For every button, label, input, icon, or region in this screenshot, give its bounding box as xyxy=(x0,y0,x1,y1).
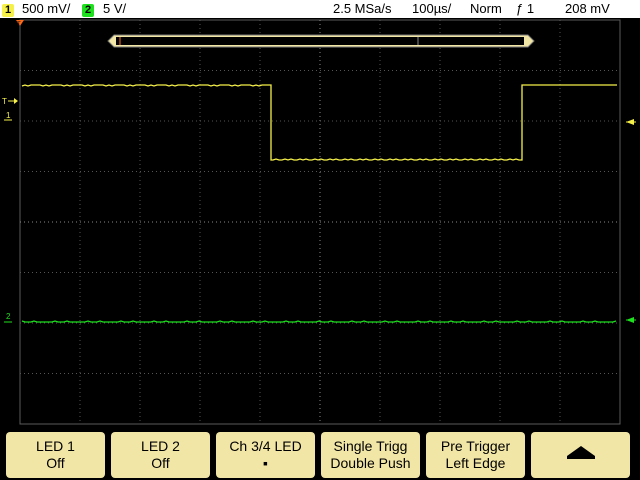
softkey-back[interactable] xyxy=(531,432,630,478)
up-arrow-icon xyxy=(566,446,595,459)
svg-text:1: 1 xyxy=(6,111,11,120)
softkey-label: Ch 3/4 LED xyxy=(229,438,302,454)
softkey-pre-trigger[interactable]: Pre Trigger Left Edge xyxy=(426,432,525,478)
softkey-bar: LED 1 Off LED 2 Off Ch 3/4 LED ▪ Single … xyxy=(0,428,640,480)
softkey-led1[interactable]: LED 1 Off xyxy=(6,432,105,478)
trigger-mode: Norm xyxy=(470,1,502,16)
ch1-ground-marker: 1 xyxy=(4,111,12,121)
svg-text:T: T xyxy=(2,97,7,106)
softkey-label: LED 2 xyxy=(141,438,180,454)
trigger-time-marker: T xyxy=(16,20,24,28)
ch2-ground-marker: 2 xyxy=(4,312,12,323)
trigger-source: ƒ 1 xyxy=(516,1,535,16)
softkey-value: Left Edge xyxy=(445,455,506,471)
softkey-value: Off xyxy=(151,455,170,471)
ch2-indicator[interactable]: 2 xyxy=(82,1,94,17)
waveform-display[interactable]: T T 1 2 xyxy=(0,18,640,428)
ch2-waveform xyxy=(21,320,617,323)
memory-bar xyxy=(107,34,535,48)
ch1-scale: 500 mV/ xyxy=(22,1,71,16)
softkey-label: Pre Trigger xyxy=(440,438,511,454)
softkey-value: ▪ xyxy=(263,455,268,471)
status-bar: 1 500 mV/ 2 5 V/ 2.5 MSa/s 100µs/ Norm ƒ… xyxy=(0,0,640,18)
waveform-svg: T T 1 2 xyxy=(2,19,636,425)
softkey-label: Single Trigg xyxy=(333,438,408,454)
softkey-label: LED 1 xyxy=(36,438,75,454)
softkey-value: Double Push xyxy=(330,455,411,471)
timebase: 100µs/ xyxy=(412,1,452,16)
sample-rate: 2.5 MSa/s xyxy=(333,1,392,16)
svg-text:T: T xyxy=(17,22,21,28)
softkey-led2[interactable]: LED 2 Off xyxy=(111,432,210,478)
graticule xyxy=(20,20,617,421)
ch1-badge: 1 xyxy=(2,4,14,17)
ch2-scale: 5 V/ xyxy=(103,1,127,16)
softkey-single-trigg[interactable]: Single Trigg Double Push xyxy=(321,432,420,478)
softkey-ch34-led[interactable]: Ch 3/4 LED ▪ xyxy=(216,432,315,478)
svg-text:2: 2 xyxy=(6,312,11,321)
softkey-value: Off xyxy=(46,455,65,471)
ch1-indicator[interactable]: 1 xyxy=(2,1,14,17)
trigger-level: 208 mV xyxy=(565,1,610,16)
trigger-level-marker: T xyxy=(2,97,18,106)
ch2-badge: 2 xyxy=(82,4,94,17)
